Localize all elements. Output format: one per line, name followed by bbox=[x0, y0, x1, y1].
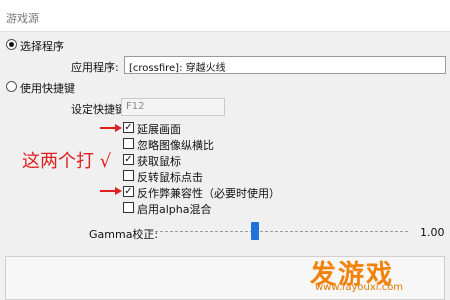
application-field[interactable]: [crossfire]: 穿越火线 bbox=[124, 56, 446, 74]
application-label: 应用程序: bbox=[71, 61, 119, 74]
window-title: 游戏源 bbox=[6, 12, 39, 25]
gamma-slider-track[interactable] bbox=[150, 231, 408, 232]
hotkey-value: F12 bbox=[126, 101, 145, 112]
invert-click-label: 反转鼠标点击 bbox=[137, 171, 203, 184]
stretch-label: 延展画面 bbox=[137, 123, 181, 136]
radio-selected-dot bbox=[9, 42, 14, 47]
check-mark-icon: ✓ bbox=[124, 186, 133, 197]
ignore-aspect-checkbox[interactable] bbox=[123, 138, 134, 149]
watermark-logo: 发游戏 www.fayouxi.com bbox=[310, 254, 403, 293]
use-hotkey-radio[interactable] bbox=[6, 81, 17, 92]
gamma-value: 1.00 bbox=[420, 226, 445, 239]
invert-click-checkbox[interactable] bbox=[123, 170, 134, 181]
stretch-checkbox[interactable]: ✓ bbox=[123, 122, 134, 133]
anti-cheat-label: 反作弊兼容性（必要时使用） bbox=[137, 187, 280, 200]
application-value: [crossfire]: 穿越火线 bbox=[129, 63, 226, 74]
game-source-dialog: 游戏源 选择程序 应用程序: [crossfire]: 穿越火线 使用快捷键 设… bbox=[0, 0, 450, 300]
ignore-aspect-label: 忽略图像纵横比 bbox=[137, 139, 214, 152]
annotation-text: 这两个打 √ bbox=[22, 151, 112, 172]
check-mark-icon: ✓ bbox=[124, 122, 133, 133]
capture-mouse-label: 获取鼠标 bbox=[137, 155, 181, 168]
anti-cheat-checkbox[interactable]: ✓ bbox=[123, 186, 134, 197]
gamma-slider-thumb[interactable] bbox=[251, 222, 259, 240]
use-hotkey-label[interactable]: 使用快捷键 bbox=[20, 80, 75, 96]
hotkey-label: 设定快捷键 bbox=[71, 103, 126, 116]
watermark-url: www.fayouxi.com bbox=[315, 282, 404, 293]
select-program-radio[interactable] bbox=[6, 39, 17, 50]
select-program-label[interactable]: 选择程序 bbox=[20, 38, 64, 54]
hotkey-field[interactable]: F12 bbox=[121, 98, 225, 116]
alpha-blend-label: 启用alpha混合 bbox=[137, 203, 212, 216]
gamma-label: Gamma校正: bbox=[89, 228, 159, 241]
title-bar: 游戏源 bbox=[0, 0, 450, 32]
capture-mouse-checkbox[interactable]: ✓ bbox=[123, 154, 134, 165]
check-mark-icon: ✓ bbox=[124, 154, 133, 165]
alpha-blend-checkbox[interactable] bbox=[123, 202, 134, 213]
annotation-arrow-icon bbox=[100, 124, 122, 132]
annotation-arrow-icon bbox=[100, 187, 122, 195]
